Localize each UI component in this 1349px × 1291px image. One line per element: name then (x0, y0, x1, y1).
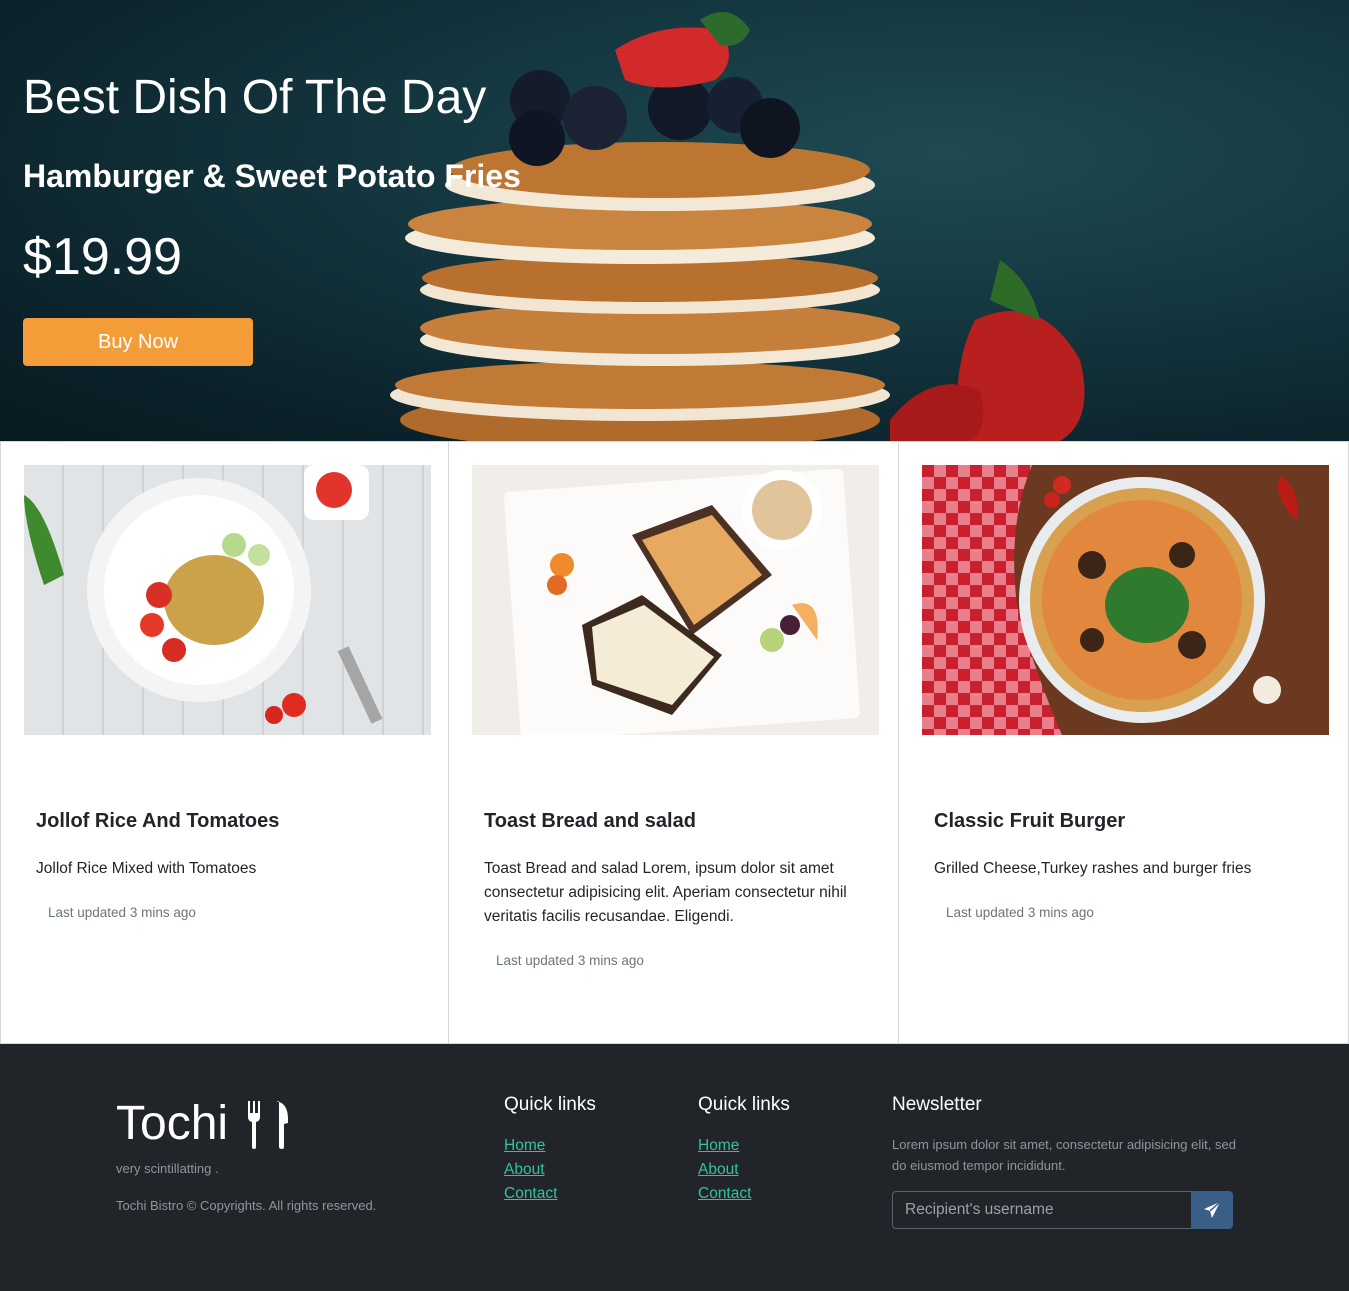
card-updated: Last updated 3 mins ago (946, 905, 1094, 920)
hero-banner: Best Dish Of The Day Hamburger & Sweet P… (0, 0, 1349, 441)
card-title: Jollof Rice And Tomatoes (36, 810, 280, 832)
quick-links-title: Quick links (504, 1094, 596, 1115)
brand-tagline: very scintillatting . (116, 1161, 219, 1176)
dish-card: Toast Bread and salad Toast Bread and sa… (449, 441, 899, 1044)
quick-links-title: Quick links (698, 1094, 790, 1115)
hero-title: Best Dish Of The Day (23, 71, 487, 124)
newsletter-section: Newsletter Lorem ipsum dolor sit amet, c… (892, 1094, 1237, 1229)
quick-links-column-1: Quick links Home About Contact (504, 1094, 596, 1206)
quick-links-column-2: Quick links Home About Contact (698, 1094, 790, 1206)
card-text: Jollof Rice Mixed with Tomatoes (36, 860, 257, 877)
utensils-icon (248, 1100, 289, 1149)
jollof-rice-image (24, 465, 431, 735)
pancake-stack-image (390, 12, 1085, 441)
card-body: Classic Fruit Burger Grilled Cheese,Turk… (934, 810, 1318, 920)
newsletter-title: Newsletter (892, 1094, 982, 1115)
card-text: Toast Bread and salad Lorem, ipsum dolor… (484, 860, 847, 925)
footer-link-home[interactable]: Home (698, 1134, 790, 1158)
footer-link-about[interactable]: About (504, 1158, 596, 1182)
dish-card: Jollof Rice And Tomatoes Jollof Rice Mix… (0, 441, 449, 1044)
footer-brand: Tochi (116, 1096, 290, 1151)
newsletter-send-button[interactable] (1191, 1191, 1233, 1229)
footer-link-about[interactable]: About (698, 1158, 790, 1182)
site-footer: Tochi very scintillatting . Tochi Bistro… (0, 1044, 1349, 1291)
card-title: Toast Bread and salad (484, 810, 696, 832)
paper-plane-icon (1204, 1201, 1221, 1218)
card-updated: Last updated 3 mins ago (48, 905, 196, 920)
card-title: Classic Fruit Burger (934, 810, 1126, 832)
copyright-text: Tochi Bistro © Copyrights. All rights re… (116, 1198, 377, 1213)
dish-cards: Jollof Rice And Tomatoes Jollof Rice Mix… (0, 441, 1349, 1044)
hero-subtitle: Hamburger & Sweet Potato Fries (23, 158, 521, 194)
footer-link-contact[interactable]: Contact (698, 1182, 790, 1206)
card-updated: Last updated 3 mins ago (496, 953, 644, 968)
dish-card: Classic Fruit Burger Grilled Cheese,Turk… (899, 441, 1349, 1044)
card-body: Toast Bread and salad Toast Bread and sa… (484, 810, 868, 968)
brand-name: Tochi (116, 1097, 229, 1150)
footer-link-home[interactable]: Home (504, 1134, 596, 1158)
pizza-image (922, 465, 1329, 735)
card-text: Grilled Cheese,Turkey rashes and burger … (934, 860, 1252, 877)
newsletter-form (892, 1191, 1233, 1229)
newsletter-text: Lorem ipsum dolor sit amet, consectetur … (892, 1137, 1236, 1173)
buy-now-button[interactable]: Buy Now (23, 318, 253, 366)
hero-price: $19.99 (23, 228, 183, 286)
card-body: Jollof Rice And Tomatoes Jollof Rice Mix… (36, 810, 418, 920)
newsletter-username-input[interactable] (892, 1191, 1191, 1229)
footer-link-contact[interactable]: Contact (504, 1182, 596, 1206)
toast-salad-image (472, 465, 879, 735)
